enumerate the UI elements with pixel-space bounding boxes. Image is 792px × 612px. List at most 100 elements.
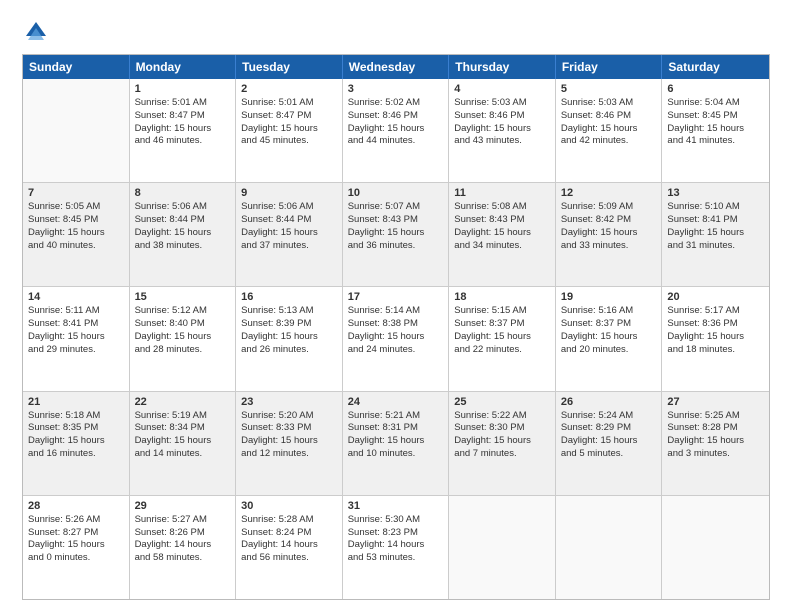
day-number: 31 (348, 500, 444, 512)
calendar-cell-r0c6: 6Sunrise: 5:04 AMSunset: 8:45 PMDaylight… (662, 79, 769, 182)
calendar-cell-r2c4: 18Sunrise: 5:15 AMSunset: 8:37 PMDayligh… (449, 287, 556, 390)
cell-line: Daylight: 15 hours (28, 539, 124, 552)
calendar-row-3: 21Sunrise: 5:18 AMSunset: 8:35 PMDayligh… (23, 392, 769, 496)
day-number: 28 (28, 500, 124, 512)
cell-line: Daylight: 15 hours (454, 227, 550, 240)
calendar-cell-r4c0: 28 Sunrise: 5:26 AMSunset: 8:27 PMDayligh… (23, 496, 130, 599)
calendar: SundayMondayTuesdayWednesdayThursdayFrid… (22, 54, 770, 600)
cell-line: and 29 minutes. (28, 344, 124, 357)
calendar-row-4: 28Sunrise: 5:26 AMSunset: 8:27 PMDayligh… (23, 496, 769, 599)
cell-line: and 0 minutes. (28, 552, 124, 565)
calendar-cell-r4c2: 30Sunrise: 5:28 AMSunset: 8:24 PMDayligh… (236, 496, 343, 599)
day-number: 7 (28, 187, 124, 199)
cell-line: Sunset: 8:26 PM (135, 527, 231, 540)
cell-line: and 37 minutes. (241, 240, 337, 253)
cell-line: and 34 minutes. (454, 240, 550, 253)
weekday-header-monday: Monday (130, 55, 237, 79)
calendar-cell-r1c0: 7Sunrise: 5:05 AMSunset: 8:45 PMDaylight… (23, 183, 130, 286)
cell-line: Sunrise: 5:08 AM (454, 201, 550, 214)
cell-line: and 42 minutes. (561, 135, 657, 148)
cell-line: Sunrise: 5:21 AM (348, 410, 444, 423)
day-number: 18 (454, 291, 550, 303)
calendar-cell-r3c0: 21Sunrise: 5:18 AMSunset: 8:35 PMDayligh… (23, 392, 130, 495)
calendar-body: 1Sunrise: 5:01 AMSunset: 8:47 PMDaylight… (23, 79, 769, 599)
day-number: 15 (135, 291, 231, 303)
calendar-cell-r4c4 (449, 496, 556, 599)
cell-line: Daylight: 15 hours (28, 435, 124, 448)
day-number: 17 (348, 291, 444, 303)
cell-line: Daylight: 14 hours (135, 539, 231, 552)
cell-line: Daylight: 15 hours (667, 435, 764, 448)
calendar-cell-r0c1: 1Sunrise: 5:01 AMSunset: 8:47 PMDaylight… (130, 79, 237, 182)
calendar-row-1: 7Sunrise: 5:05 AMSunset: 8:45 PMDaylight… (23, 183, 769, 287)
cell-line: Sunset: 8:39 PM (241, 318, 337, 331)
cell-line: Sunrise: 5:18 AM (28, 410, 124, 423)
cell-line: Sunrise: 5:20 AM (241, 410, 337, 423)
calendar-cell-r0c3: 3Sunrise: 5:02 AMSunset: 8:46 PMDaylight… (343, 79, 450, 182)
cell-line: Daylight: 15 hours (667, 227, 764, 240)
calendar-cell-r2c2: 16Sunrise: 5:13 AMSunset: 8:39 PMDayligh… (236, 287, 343, 390)
header (22, 18, 770, 46)
cell-line: and 26 minutes. (241, 344, 337, 357)
cell-line: and 38 minutes. (135, 240, 231, 253)
cell-line: and 14 minutes. (135, 448, 231, 461)
cell-line: Sunrise: 5:26 AM (28, 514, 124, 527)
calendar-cell-r4c1: 29Sunrise: 5:27 AMSunset: 8:26 PMDayligh… (130, 496, 237, 599)
cell-line: Sunrise: 5:12 AM (135, 305, 231, 318)
cell-line: Sunrise: 5:17 AM (667, 305, 764, 318)
cell-line: and 36 minutes. (348, 240, 444, 253)
cell-line: Daylight: 15 hours (348, 227, 444, 240)
calendar-cell-r3c5: 26Sunrise: 5:24 AMSunset: 8:29 PMDayligh… (556, 392, 663, 495)
cell-line: Sunset: 8:29 PM (561, 422, 657, 435)
calendar-cell-r4c5 (556, 496, 663, 599)
cell-line: Daylight: 14 hours (241, 539, 337, 552)
cell-line: Sunrise: 5:16 AM (561, 305, 657, 318)
cell-line: Daylight: 15 hours (135, 123, 231, 136)
cell-line: Daylight: 15 hours (135, 227, 231, 240)
day-number: 12 (561, 187, 657, 199)
calendar-cell-r1c5: 12Sunrise: 5:09 AMSunset: 8:42 PMDayligh… (556, 183, 663, 286)
cell-line: Daylight: 15 hours (28, 227, 124, 240)
cell-line: Sunrise: 5:27 AM (135, 514, 231, 527)
cell-line: Sunrise: 5:04 AM (667, 97, 764, 110)
cell-line: Daylight: 15 hours (561, 331, 657, 344)
day-number: 22 (135, 396, 231, 408)
calendar-cell-r4c6 (662, 496, 769, 599)
cell-line: Daylight: 15 hours (454, 331, 550, 344)
cell-line: Sunrise: 5:25 AM (667, 410, 764, 423)
cell-line: Sunset: 8:35 PM (28, 422, 124, 435)
day-number: 20 (667, 291, 764, 303)
cell-line: Sunrise: 5:01 AM (135, 97, 231, 110)
day-number: 19 (561, 291, 657, 303)
weekday-header-tuesday: Tuesday (236, 55, 343, 79)
cell-line: Daylight: 15 hours (561, 435, 657, 448)
cell-line: Daylight: 15 hours (241, 435, 337, 448)
cell-line: Daylight: 15 hours (241, 123, 337, 136)
calendar-cell-r3c1: 22Sunrise: 5:19 AMSunset: 8:34 PMDayligh… (130, 392, 237, 495)
cell-line: Sunrise: 5:30 AM (348, 514, 444, 527)
calendar-cell-r0c5: 5Sunrise: 5:03 AMSunset: 8:46 PMDaylight… (556, 79, 663, 182)
cell-line: and 12 minutes. (241, 448, 337, 461)
cell-line: Daylight: 15 hours (28, 331, 124, 344)
day-number: 30 (241, 500, 337, 512)
cell-line: Sunset: 8:30 PM (454, 422, 550, 435)
cell-line: Sunset: 8:31 PM (348, 422, 444, 435)
cell-line: Sunrise: 5:09 AM (561, 201, 657, 214)
cell-line: Sunrise: 5:28 AM (241, 514, 337, 527)
cell-line: and 44 minutes. (348, 135, 444, 148)
cell-line: and 43 minutes. (454, 135, 550, 148)
day-number: 1 (135, 83, 231, 95)
calendar-cell-r3c2: 23Sunrise: 5:20 AMSunset: 8:33 PMDayligh… (236, 392, 343, 495)
cell-line: Sunrise: 5:19 AM (135, 410, 231, 423)
cell-line: and 53 minutes. (348, 552, 444, 565)
day-number: 4 (454, 83, 550, 95)
cell-line: Sunset: 8:40 PM (135, 318, 231, 331)
cell-line: Sunrise: 5:03 AM (454, 97, 550, 110)
cell-line: Sunset: 8:43 PM (454, 214, 550, 227)
cell-line: Daylight: 15 hours (667, 123, 764, 136)
calendar-header: SundayMondayTuesdayWednesdayThursdayFrid… (23, 55, 769, 79)
cell-line: Daylight: 14 hours (348, 539, 444, 552)
cell-line: Daylight: 15 hours (667, 331, 764, 344)
cell-line: Sunrise: 5:22 AM (454, 410, 550, 423)
cell-line: Sunset: 8:27 PM (28, 527, 124, 540)
